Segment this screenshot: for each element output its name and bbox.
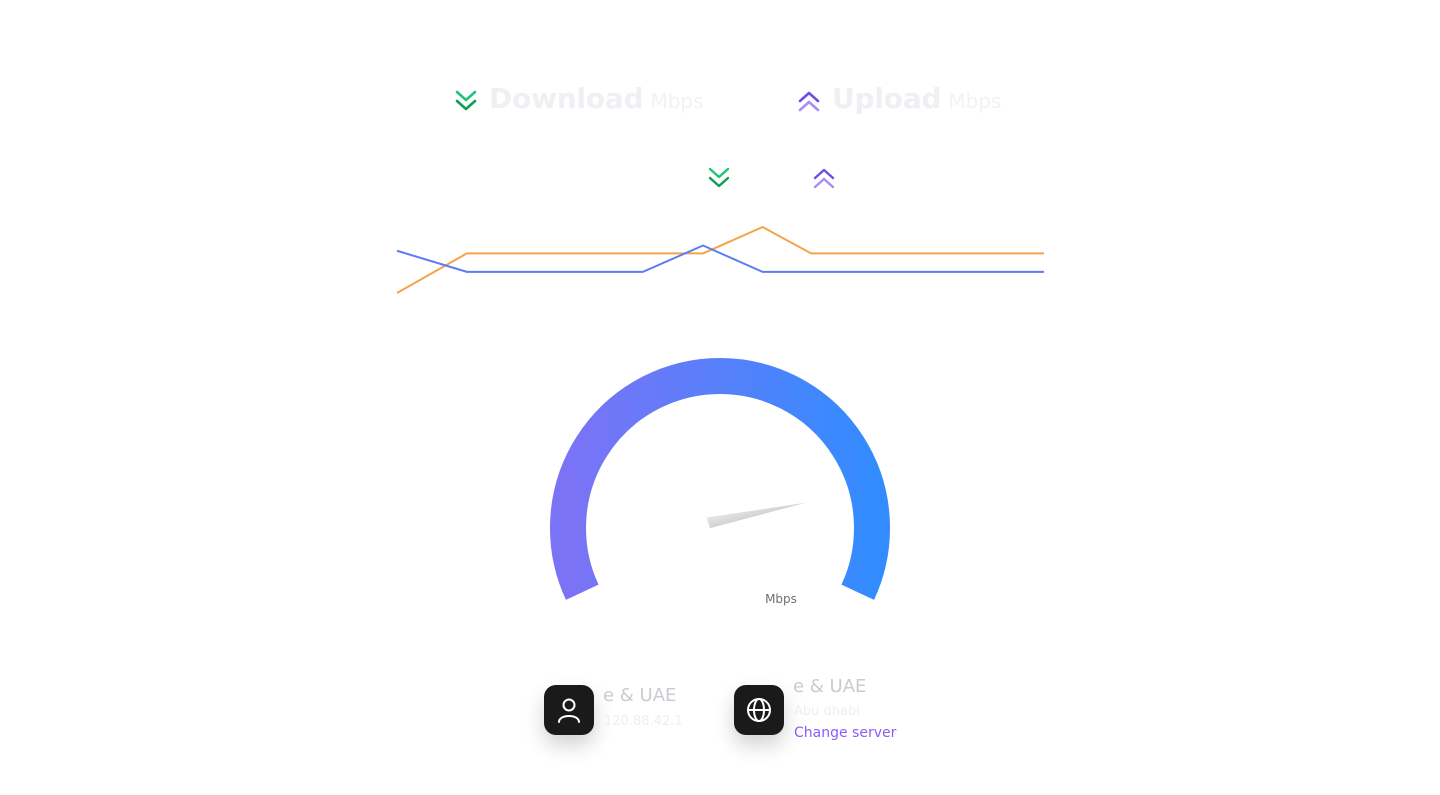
gauge-needle xyxy=(706,502,807,529)
gauge-unit-label: Mbps xyxy=(765,592,797,606)
user-icon xyxy=(558,698,580,723)
chevron-double-up-icon xyxy=(813,168,835,189)
chart-series-line-orange xyxy=(396,226,1044,294)
download-label: Download xyxy=(489,82,644,115)
change-server-link[interactable]: Change server xyxy=(794,725,896,741)
chart-series-line-blue xyxy=(396,244,1044,273)
chevron-double-down-icon xyxy=(708,167,730,188)
speed-test-screen: Download Mbps Upload Mbps Mbps e & UAE 1… xyxy=(0,0,1440,795)
isp-ip-address: 120.88.42.1 xyxy=(604,714,683,729)
server-name: e & UAE xyxy=(793,676,867,697)
server-city: Abu dhabi xyxy=(794,704,860,719)
server-globe-badge xyxy=(734,685,784,735)
upload-stat: Upload Mbps xyxy=(797,82,1001,122)
upload-label: Upload xyxy=(832,82,942,115)
speed-gauge xyxy=(550,358,890,600)
globe-icon xyxy=(747,698,771,722)
speed-line-chart xyxy=(396,226,1044,294)
gauge-arc xyxy=(550,358,890,600)
download-stat: Download Mbps xyxy=(454,82,704,122)
chevron-double-down-icon xyxy=(455,90,477,111)
download-unit: Mbps xyxy=(650,89,704,113)
isp-avatar xyxy=(544,685,594,735)
upload-unit: Mbps xyxy=(948,89,1002,113)
isp-name: e & UAE xyxy=(603,685,677,706)
chevron-double-up-icon xyxy=(798,91,820,112)
